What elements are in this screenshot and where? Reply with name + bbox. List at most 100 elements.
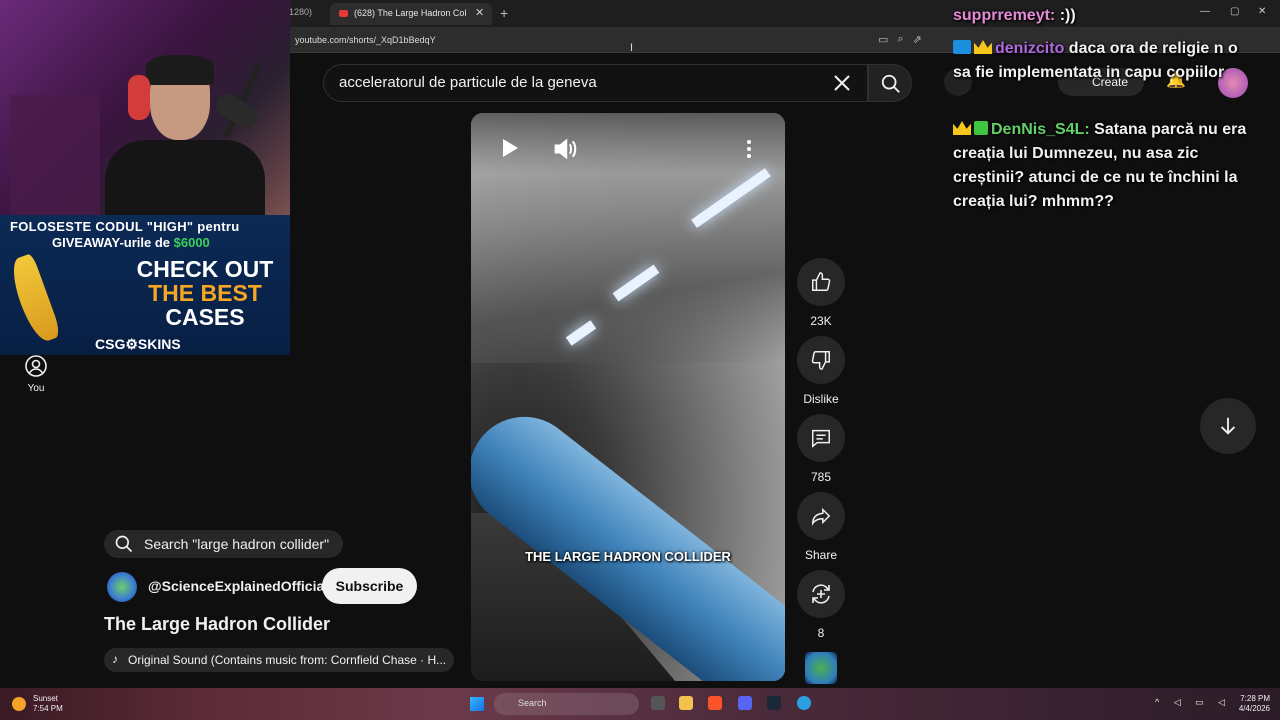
taskbar-search[interactable]: Search	[494, 693, 639, 715]
discord-icon[interactable]	[738, 696, 752, 710]
brave-browser-icon[interactable]	[708, 696, 722, 710]
sound-text: Original Sound (Contains music from: Cor…	[128, 653, 447, 667]
chat-username: DenNis_S4L:	[991, 121, 1090, 138]
webcam-shelf	[10, 95, 100, 215]
youtube-favicon-icon	[339, 10, 348, 17]
ad-cases: CASES	[165, 304, 245, 330]
tab-active[interactable]: (628) The Large Hadron Collider ✕	[330, 3, 492, 25]
comment-icon	[812, 429, 830, 448]
ad-code-line: FOLOSESTE CODUL "HIGH" pentru	[10, 219, 240, 234]
search-box[interactable]	[323, 64, 868, 102]
window-close-icon[interactable]: ✕	[1258, 6, 1266, 17]
account-icon	[25, 355, 47, 377]
system-tray-icons[interactable]: ^ ◁ ▭ ◁	[1155, 697, 1231, 708]
search-input[interactable]	[339, 74, 819, 91]
search-button[interactable]	[868, 64, 912, 102]
comment-count: 785	[810, 470, 832, 484]
video-caption: THE LARGE HADRON COLLIDER	[525, 549, 731, 564]
screen: 1280) (628) The Large Hadron Collider ✕ …	[0, 0, 1280, 720]
music-note-icon: ♪	[112, 652, 118, 666]
steam-icon[interactable]	[767, 696, 781, 710]
chat-badge-icon	[953, 40, 971, 54]
channel-avatar[interactable]	[107, 572, 137, 602]
start-icon[interactable]	[470, 697, 484, 711]
search-icon	[115, 535, 133, 553]
url-text[interactable]: youtube.com/shorts/_XqD1bBedqY	[295, 35, 436, 45]
chat-text: :))	[1059, 7, 1076, 24]
gift-badge-icon	[974, 121, 988, 135]
weather-time: 7:54 PM	[33, 704, 63, 713]
globe-app-icon[interactable]	[797, 696, 811, 710]
weather-widget[interactable]: Sunset 7:54 PM	[33, 694, 63, 714]
share-label: Share	[804, 548, 838, 562]
suggested-search-text: Search "large hadron collider"	[144, 536, 330, 552]
taskbar-search-label: Search	[518, 698, 547, 708]
ad-the-best: THE BEST	[148, 280, 262, 306]
cast-icon[interactable]: ▭	[878, 33, 888, 46]
address-bar-icons: ▭ ⌕ ⇗	[878, 33, 922, 46]
short-video-player[interactable]: THE LARGE HADRON COLLIDER	[471, 113, 785, 681]
arrow-down-icon	[1220, 417, 1236, 435]
weather-title: Sunset	[33, 694, 58, 703]
ad-brand: CSG⚙SKINS	[95, 336, 181, 352]
sound-channel-thumbnail[interactable]	[805, 652, 837, 684]
tab-previous[interactable]: 1280)	[289, 7, 312, 17]
remix-button[interactable]: 8	[797, 570, 845, 640]
webcam-person-body	[105, 140, 265, 215]
volume-icon[interactable]	[551, 135, 579, 163]
ad-check-out: CHECK OUT	[136, 256, 274, 282]
chat-message-2: denizcito daca ora de religie n o sa fie…	[953, 37, 1258, 85]
ad-headline: CHECK OUT THE BEST CASES	[130, 257, 280, 329]
new-tab-icon[interactable]: +	[500, 5, 508, 21]
crown-badge-icon	[974, 40, 992, 54]
subscribe-button[interactable]: Subscribe	[322, 568, 417, 604]
more-options-icon[interactable]	[739, 137, 759, 161]
ad-amount: $6000	[173, 235, 210, 250]
chat-message-1: supprremeyt: :))	[953, 4, 1258, 28]
sponsor-ad: FOLOSESTE CODUL "HIGH" pentru GIVEAWAY-u…	[0, 215, 290, 355]
crown-badge-icon	[953, 121, 971, 135]
short-title[interactable]: The Large Hadron Collider	[104, 614, 330, 635]
share-icon	[812, 507, 831, 526]
play-icon[interactable]	[497, 136, 521, 160]
text-cursor-icon: I	[630, 42, 634, 54]
thumbs-up-icon	[812, 272, 831, 291]
ad-giveaway-line: GIVEAWAY-urile de $6000	[52, 235, 210, 250]
chat-message-3: DenNis_S4L: Satana parcă nu era creația …	[953, 118, 1258, 214]
nav-you-label: You	[27, 383, 45, 394]
sound-pill[interactable]: ♪ Original Sound (Contains music from: C…	[104, 648, 454, 672]
dislike-label: Dislike	[803, 392, 839, 406]
search-icon	[881, 74, 900, 93]
nav-you[interactable]: You	[18, 354, 54, 394]
clock-time: 7:28 PM	[1240, 694, 1270, 703]
ad-giveaway-prefix: GIVEAWAY-urile de	[52, 235, 174, 250]
task-view-icon[interactable]	[651, 696, 665, 710]
thumbs-down-icon	[811, 351, 830, 370]
windows-taskbar: Sunset 7:54 PM Search ^ ◁ ▭ ◁ 7:28 PM 4/…	[0, 688, 1280, 720]
clear-search-icon[interactable]	[830, 71, 854, 95]
remix-count: 8	[817, 626, 825, 640]
webcam-person-hair	[146, 55, 214, 85]
weather-icon[interactable]	[12, 697, 26, 711]
file-explorer-icon[interactable]	[679, 696, 693, 710]
tab-title: (628) The Large Hadron Collider	[354, 8, 466, 18]
tab-close-icon[interactable]: ✕	[475, 6, 484, 19]
clock-date: 4/4/2026	[1238, 704, 1270, 713]
dislike-button[interactable]: Dislike	[797, 336, 845, 406]
zoom-icon[interactable]: ⌕	[897, 33, 903, 46]
chat-username: denizcito	[995, 40, 1065, 57]
like-button[interactable]: 23K	[797, 258, 845, 328]
chat-username: supprremeyt:	[953, 7, 1056, 24]
knife-icon	[5, 252, 63, 346]
next-short-button[interactable]	[1200, 398, 1256, 454]
webcam-microphone	[212, 90, 262, 132]
comments-button[interactable]: 785	[797, 414, 845, 484]
webcam-overlay	[0, 0, 290, 215]
share-page-icon[interactable]: ⇗	[913, 33, 922, 46]
clock[interactable]: 7:28 PM 4/4/2026	[1232, 694, 1270, 714]
suggested-search-pill[interactable]: Search "large hadron collider"	[104, 530, 344, 558]
share-button[interactable]: Share	[797, 492, 845, 562]
like-count: 23K	[810, 314, 832, 328]
channel-name[interactable]: @ScienceExplainedOfficial	[148, 578, 328, 594]
webcam-headphone	[128, 75, 150, 120]
